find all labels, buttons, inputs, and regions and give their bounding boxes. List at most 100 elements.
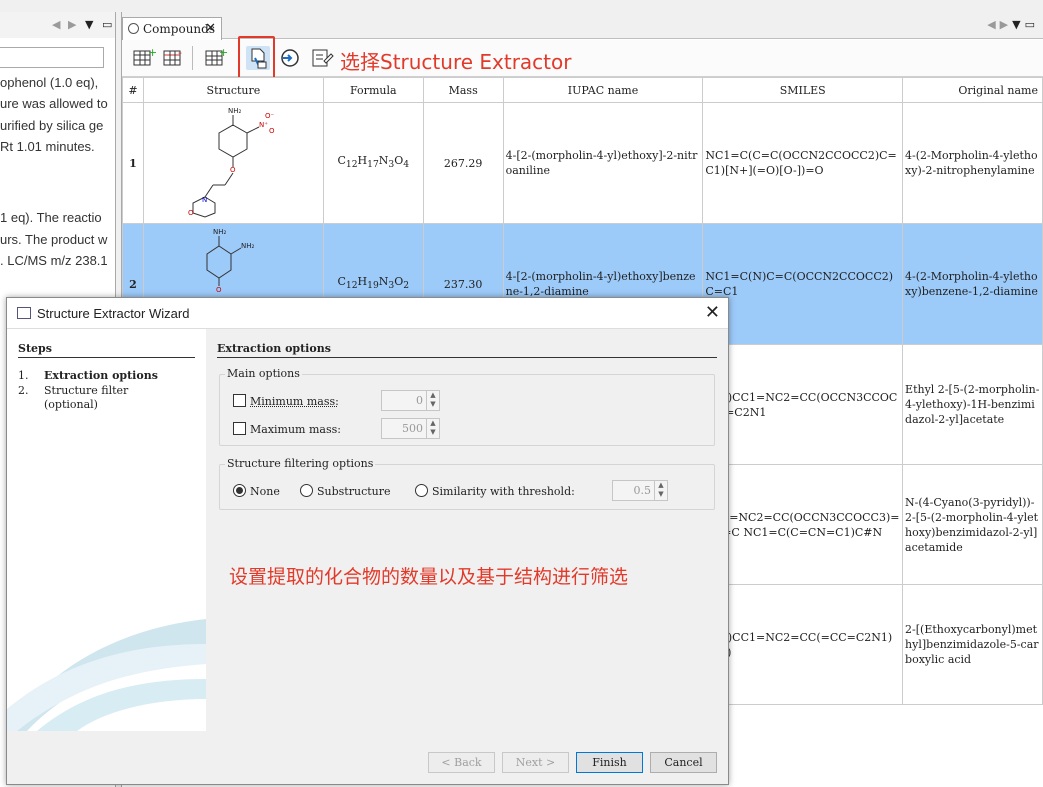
- nav-forward-icon[interactable]: ▶: [1000, 18, 1012, 31]
- main-options-group: Main options Minimum mass: 0 ▲ ▼ Maximum …: [219, 367, 715, 446]
- doc-line: Rt 1.01 minutes.: [0, 139, 95, 154]
- compounds-icon: [128, 23, 139, 34]
- next-button[interactable]: Next >: [502, 752, 569, 773]
- close-icon[interactable]: ✕: [705, 302, 720, 323]
- add-table-button[interactable]: +: [132, 46, 157, 70]
- edit-properties-button[interactable]: [310, 46, 334, 70]
- column-header[interactable]: SMILES: [702, 77, 904, 103]
- radio-substructure[interactable]: [300, 484, 313, 497]
- radio-none-label: None: [250, 485, 280, 498]
- doc-line: ure was allowed to: [0, 96, 108, 111]
- formula-cell: C12H17N3O4: [322, 102, 424, 224]
- column-header[interactable]: #: [122, 77, 144, 103]
- doc-line: ophenol (1.0 eq),: [0, 75, 99, 90]
- minimize-icon[interactable]: ▭: [102, 18, 112, 31]
- minimum-mass-label: Minimum mass:: [250, 395, 339, 408]
- radio-similarity-label: Similarity with threshold:: [432, 485, 575, 498]
- step-extraction-options: Extraction options: [44, 369, 158, 382]
- minimum-mass-spinner[interactable]: 0 ▲ ▼: [381, 390, 440, 411]
- wizard-decoration: [7, 619, 206, 731]
- dialog-title: Structure Extractor Wizard: [37, 306, 190, 321]
- import-icon: [281, 49, 299, 67]
- original-name-cell: Ethyl 2-[5-(2-morpholin-4-ylethoxy)-1H-b…: [902, 344, 1043, 465]
- iupac-cell: 4-[2-(morpholin-4-yl)ethoxy]-2-nitroanil…: [502, 102, 704, 224]
- svg-text:O⁻: O⁻: [265, 112, 275, 120]
- nav-back-icon[interactable]: ◀: [987, 18, 999, 31]
- document-search-input[interactable]: [0, 47, 104, 68]
- minimize-icon[interactable]: ▭: [1025, 18, 1039, 31]
- mass-cell: 267.29: [422, 102, 504, 224]
- table-header: # Structure Formula Mass IUPAC name SMIL…: [122, 77, 1043, 103]
- original-name-cell: 4-(2-Morpholin-4-ylethoxy)benzene-1,2-di…: [902, 223, 1043, 345]
- maximum-mass-label: Maximum mass:: [250, 423, 341, 436]
- original-name-cell: N-(4-Cyano(3-pyridyl))-2-[5-(2-morpholin…: [902, 464, 1043, 585]
- menu-dropdown-icon[interactable]: ▼: [85, 18, 93, 31]
- spinner-arrows-icon[interactable]: ▲ ▼: [426, 419, 439, 438]
- edit-properties-icon: [312, 49, 334, 67]
- finish-button[interactable]: Finish: [576, 752, 643, 773]
- spinner-value: 0.5: [633, 484, 652, 497]
- nav-forward-icon[interactable]: ▶: [68, 18, 76, 31]
- radio-similarity[interactable]: [415, 484, 428, 497]
- back-button[interactable]: < Back: [428, 752, 495, 773]
- structure-cell[interactable]: NH₂ N⁺ O⁻ O O N O: [142, 102, 324, 224]
- maximum-mass-checkbox[interactable]: [233, 422, 246, 435]
- step-number: 1.: [18, 369, 29, 382]
- original-name-cell: 2-[(Ethoxycarbonyl)methyl]benzimidazole-…: [902, 584, 1043, 705]
- editor-toolbar: + - + 选择Structure Extractor: [122, 36, 1043, 84]
- toolbar-separator: [192, 46, 193, 70]
- structure-extractor-wizard: Structure Extractor Wizard ✕ Steps 1. Ex…: [6, 297, 729, 785]
- tab-compounds[interactable]: Compounds ✕: [122, 17, 222, 40]
- spinner-arrows-icon[interactable]: ▲ ▼: [426, 391, 439, 410]
- options-panel: Extraction options Main options Minimum …: [206, 329, 728, 731]
- smiles-cell: CC1=NC2=CC(OCCN3CCOCC3)=CC=C NC1=C(C=CN=…: [702, 464, 904, 585]
- column-header[interactable]: Formula: [322, 77, 424, 103]
- step-structure-filter: Structure filter (optional): [44, 384, 129, 411]
- step-number: 2.: [18, 384, 29, 397]
- radio-none[interactable]: [233, 484, 246, 497]
- table-row[interactable]: 1 NH₂ N⁺ O⁻ O O N O C12H17N3O4 267.29 4-…: [122, 102, 1043, 224]
- group-title: Structure filtering options: [225, 457, 376, 470]
- similarity-threshold-spinner[interactable]: 0.5 ▲ ▼: [612, 480, 668, 501]
- delete-table-button[interactable]: -: [162, 46, 186, 70]
- doc-line: 1 eq). The reactio: [0, 210, 102, 225]
- svg-text:NH₂: NH₂: [228, 107, 242, 115]
- spinner-value: 0: [416, 394, 423, 407]
- original-name-cell: 4-(2-Morpholin-4-ylethoxy)-2-nitrophenyl…: [902, 102, 1043, 224]
- wizard-icon: [17, 307, 31, 319]
- cancel-button[interactable]: Cancel: [650, 752, 717, 773]
- minimum-mass-checkbox[interactable]: [233, 394, 246, 407]
- doc-line: . LC/MS m/z 238.1: [0, 253, 108, 268]
- column-header[interactable]: Structure: [142, 77, 324, 103]
- maximum-mass-spinner[interactable]: 500 ▲ ▼: [381, 418, 440, 439]
- svg-text:N: N: [202, 196, 207, 204]
- add-column-button[interactable]: +: [204, 46, 228, 70]
- menu-dropdown-icon[interactable]: ▼: [1012, 18, 1024, 31]
- smiles-cell: (=O)CC1=NC2=CC(OCCN3CCOCC3)=C2N1: [702, 344, 904, 465]
- nav-back-icon[interactable]: ◀: [52, 18, 60, 31]
- editor-tabstrip: Compounds ✕ ◀▶▼▭: [122, 12, 1043, 40]
- dialog-titlebar: Structure Extractor Wizard ✕: [7, 298, 728, 329]
- radio-substructure-label: Substructure: [317, 485, 391, 498]
- spinner-arrows-icon[interactable]: ▲ ▼: [654, 481, 667, 500]
- doc-line: urs. The product w: [0, 232, 108, 247]
- steps-header: Steps: [18, 342, 195, 358]
- group-title: Main options: [225, 367, 302, 380]
- add-column-icon: +: [205, 46, 228, 66]
- column-header[interactable]: Mass: [422, 77, 504, 103]
- options-header: Extraction options: [217, 342, 717, 358]
- column-header[interactable]: Original name: [902, 77, 1043, 103]
- delete-table-icon: -: [163, 46, 182, 66]
- import-button[interactable]: [278, 46, 302, 70]
- svg-text:NH₂: NH₂: [213, 228, 227, 236]
- svg-text:-: -: [178, 46, 182, 59]
- tab-navigation: ◀▶▼▭: [987, 18, 1039, 31]
- svg-text:+: +: [219, 46, 228, 59]
- structure-filtering-group: Structure filtering options None Substru…: [219, 457, 715, 510]
- document-pane-header: ◀ ▶ ▼ ▭: [0, 12, 115, 38]
- smiles-cell: NC1=C(N)C=C(OCCN2CCOCC2)C=C1: [702, 223, 904, 345]
- column-header[interactable]: IUPAC name: [502, 77, 704, 103]
- dialog-button-bar: < Back Next > Finish Cancel: [7, 731, 728, 784]
- close-tab-icon[interactable]: ✕: [205, 21, 216, 36]
- add-table-icon: +: [133, 46, 157, 66]
